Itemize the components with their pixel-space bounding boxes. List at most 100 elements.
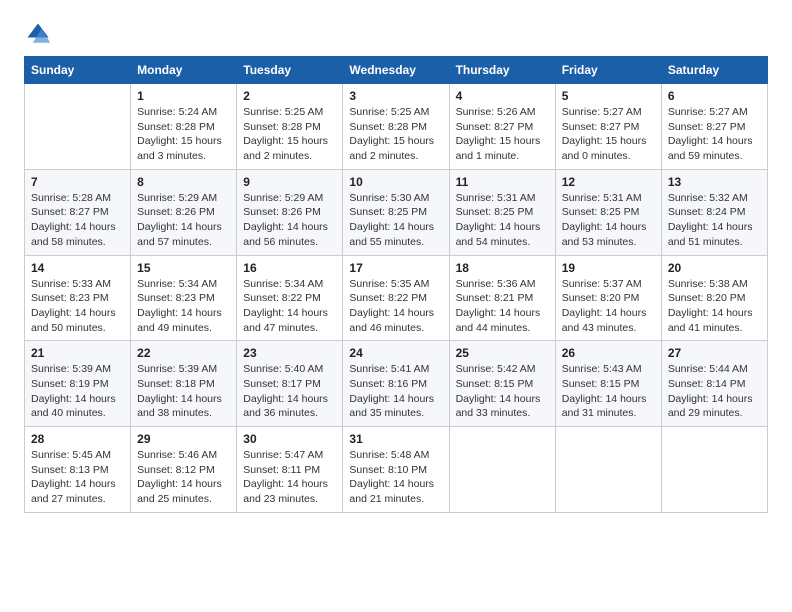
- day-cell: 16Sunrise: 5:34 AM Sunset: 8:22 PM Dayli…: [237, 255, 343, 341]
- day-info: Sunrise: 5:45 AM Sunset: 8:13 PM Dayligh…: [31, 448, 124, 507]
- day-number: 24: [349, 346, 442, 360]
- day-cell: [449, 427, 555, 513]
- day-cell: 27Sunrise: 5:44 AM Sunset: 8:14 PM Dayli…: [661, 341, 767, 427]
- day-number: 11: [456, 175, 549, 189]
- day-cell: 12 Sunrise: 5:31 AM Sunset: 8:25 PM Dayli…: [555, 169, 661, 255]
- day-cell: 15 Sunrise: 5:34 AM Sunset: 8:23 PM Dayli…: [131, 255, 237, 341]
- day-cell: 23 Sunrise: 5:40 AM Sunset: 8:17 PM Dayli…: [237, 341, 343, 427]
- week-row-2: 14Sunrise: 5:33 AM Sunset: 8:23 PM Dayli…: [25, 255, 768, 341]
- day-number: 30: [243, 432, 336, 446]
- day-number: 2: [243, 89, 336, 103]
- weekday-header-thursday: Thursday: [449, 57, 555, 84]
- day-cell: 11 Sunrise: 5:31 AM Sunset: 8:25 PM Dayli…: [449, 169, 555, 255]
- day-number: 4: [456, 89, 549, 103]
- day-cell: [661, 427, 767, 513]
- day-info: Sunrise: 5:31 AM Sunset: 8:25 PM Dayligh…: [456, 191, 549, 250]
- day-info: Sunrise: 5:40 AM Sunset: 8:17 PM Dayligh…: [243, 362, 336, 421]
- day-number: 6: [668, 89, 761, 103]
- day-info: Sunrise: 5:34 AM Sunset: 8:22 PM Dayligh…: [243, 277, 336, 336]
- weekday-header-sunday: Sunday: [25, 57, 131, 84]
- day-number: 9: [243, 175, 336, 189]
- day-info: Sunrise: 5:43 AM Sunset: 8:15 PM Dayligh…: [562, 362, 655, 421]
- day-info: Sunrise: 5:35 AM Sunset: 8:22 PM Dayligh…: [349, 277, 442, 336]
- day-number: 21: [31, 346, 124, 360]
- week-row-1: 7Sunrise: 5:28 AM Sunset: 8:27 PM Daylig…: [25, 169, 768, 255]
- day-number: 28: [31, 432, 124, 446]
- day-number: 23: [243, 346, 336, 360]
- day-info: Sunrise: 5:27 AM Sunset: 8:27 PM Dayligh…: [668, 105, 761, 164]
- day-cell: 22 Sunrise: 5:39 AM Sunset: 8:18 PM Dayli…: [131, 341, 237, 427]
- day-cell: 17 Sunrise: 5:35 AM Sunset: 8:22 PM Dayli…: [343, 255, 449, 341]
- day-cell: 20 Sunrise: 5:38 AM Sunset: 8:20 PM Dayli…: [661, 255, 767, 341]
- day-cell: 10Sunrise: 5:30 AM Sunset: 8:25 PM Dayli…: [343, 169, 449, 255]
- weekday-header-row: SundayMondayTuesdayWednesdayThursdayFrid…: [25, 57, 768, 84]
- day-number: 8: [137, 175, 230, 189]
- day-info: Sunrise: 5:30 AM Sunset: 8:25 PM Dayligh…: [349, 191, 442, 250]
- day-cell: 2 Sunrise: 5:25 AM Sunset: 8:28 PM Daylig…: [237, 84, 343, 170]
- day-info: Sunrise: 5:31 AM Sunset: 8:25 PM Dayligh…: [562, 191, 655, 250]
- weekday-header-saturday: Saturday: [661, 57, 767, 84]
- day-cell: 3 Sunrise: 5:25 AM Sunset: 8:28 PM Daylig…: [343, 84, 449, 170]
- header: [24, 20, 768, 48]
- day-number: 25: [456, 346, 549, 360]
- day-number: 17: [349, 261, 442, 275]
- day-info: Sunrise: 5:29 AM Sunset: 8:26 PM Dayligh…: [243, 191, 336, 250]
- day-info: Sunrise: 5:25 AM Sunset: 8:28 PM Dayligh…: [349, 105, 442, 164]
- day-info: Sunrise: 5:41 AM Sunset: 8:16 PM Dayligh…: [349, 362, 442, 421]
- day-cell: [555, 427, 661, 513]
- day-cell: 21 Sunrise: 5:39 AM Sunset: 8:19 PM Dayli…: [25, 341, 131, 427]
- day-number: 12: [562, 175, 655, 189]
- day-cell: 5 Sunrise: 5:27 AM Sunset: 8:27 PM Daylig…: [555, 84, 661, 170]
- day-cell: 30Sunrise: 5:47 AM Sunset: 8:11 PM Dayli…: [237, 427, 343, 513]
- day-info: Sunrise: 5:46 AM Sunset: 8:12 PM Dayligh…: [137, 448, 230, 507]
- day-info: Sunrise: 5:39 AM Sunset: 8:18 PM Dayligh…: [137, 362, 230, 421]
- weekday-header-friday: Friday: [555, 57, 661, 84]
- day-info: Sunrise: 5:28 AM Sunset: 8:27 PM Dayligh…: [31, 191, 124, 250]
- day-number: 29: [137, 432, 230, 446]
- day-info: Sunrise: 5:34 AM Sunset: 8:23 PM Dayligh…: [137, 277, 230, 336]
- day-cell: 25Sunrise: 5:42 AM Sunset: 8:15 PM Dayli…: [449, 341, 555, 427]
- day-cell: 29 Sunrise: 5:46 AM Sunset: 8:12 PM Dayli…: [131, 427, 237, 513]
- day-number: 31: [349, 432, 442, 446]
- day-cell: 8 Sunrise: 5:29 AM Sunset: 8:26 PM Daylig…: [131, 169, 237, 255]
- day-info: Sunrise: 5:32 AM Sunset: 8:24 PM Dayligh…: [668, 191, 761, 250]
- day-number: 5: [562, 89, 655, 103]
- day-cell: 19 Sunrise: 5:37 AM Sunset: 8:20 PM Dayli…: [555, 255, 661, 341]
- day-cell: 31 Sunrise: 5:48 AM Sunset: 8:10 PM Dayli…: [343, 427, 449, 513]
- calendar-table: SundayMondayTuesdayWednesdayThursdayFrid…: [24, 56, 768, 513]
- day-number: 22: [137, 346, 230, 360]
- day-info: Sunrise: 5:48 AM Sunset: 8:10 PM Dayligh…: [349, 448, 442, 507]
- day-cell: 18Sunrise: 5:36 AM Sunset: 8:21 PM Dayli…: [449, 255, 555, 341]
- day-cell: 28 Sunrise: 5:45 AM Sunset: 8:13 PM Dayli…: [25, 427, 131, 513]
- day-number: 13: [668, 175, 761, 189]
- day-info: Sunrise: 5:39 AM Sunset: 8:19 PM Dayligh…: [31, 362, 124, 421]
- day-cell: 6 Sunrise: 5:27 AM Sunset: 8:27 PM Daylig…: [661, 84, 767, 170]
- day-cell: 24 Sunrise: 5:41 AM Sunset: 8:16 PM Dayli…: [343, 341, 449, 427]
- day-cell: 14Sunrise: 5:33 AM Sunset: 8:23 PM Dayli…: [25, 255, 131, 341]
- logo-icon: [24, 20, 52, 48]
- day-info: Sunrise: 5:24 AM Sunset: 8:28 PM Dayligh…: [137, 105, 230, 164]
- day-number: 26: [562, 346, 655, 360]
- day-number: 3: [349, 89, 442, 103]
- day-number: 15: [137, 261, 230, 275]
- week-row-0: 1 Sunrise: 5:24 AM Sunset: 8:28 PM Daylig…: [25, 84, 768, 170]
- day-number: 19: [562, 261, 655, 275]
- weekday-header-monday: Monday: [131, 57, 237, 84]
- day-info: Sunrise: 5:33 AM Sunset: 8:23 PM Dayligh…: [31, 277, 124, 336]
- week-row-3: 21 Sunrise: 5:39 AM Sunset: 8:19 PM Dayli…: [25, 341, 768, 427]
- logo: [24, 20, 56, 48]
- day-info: Sunrise: 5:25 AM Sunset: 8:28 PM Dayligh…: [243, 105, 336, 164]
- day-info: Sunrise: 5:38 AM Sunset: 8:20 PM Dayligh…: [668, 277, 761, 336]
- day-info: Sunrise: 5:44 AM Sunset: 8:14 PM Dayligh…: [668, 362, 761, 421]
- day-cell: 9 Sunrise: 5:29 AM Sunset: 8:26 PM Daylig…: [237, 169, 343, 255]
- day-info: Sunrise: 5:36 AM Sunset: 8:21 PM Dayligh…: [456, 277, 549, 336]
- day-info: Sunrise: 5:37 AM Sunset: 8:20 PM Dayligh…: [562, 277, 655, 336]
- day-number: 1: [137, 89, 230, 103]
- day-info: Sunrise: 5:27 AM Sunset: 8:27 PM Dayligh…: [562, 105, 655, 164]
- day-info: Sunrise: 5:29 AM Sunset: 8:26 PM Dayligh…: [137, 191, 230, 250]
- day-number: 20: [668, 261, 761, 275]
- day-cell: [25, 84, 131, 170]
- weekday-header-wednesday: Wednesday: [343, 57, 449, 84]
- week-row-4: 28 Sunrise: 5:45 AM Sunset: 8:13 PM Dayli…: [25, 427, 768, 513]
- weekday-header-tuesday: Tuesday: [237, 57, 343, 84]
